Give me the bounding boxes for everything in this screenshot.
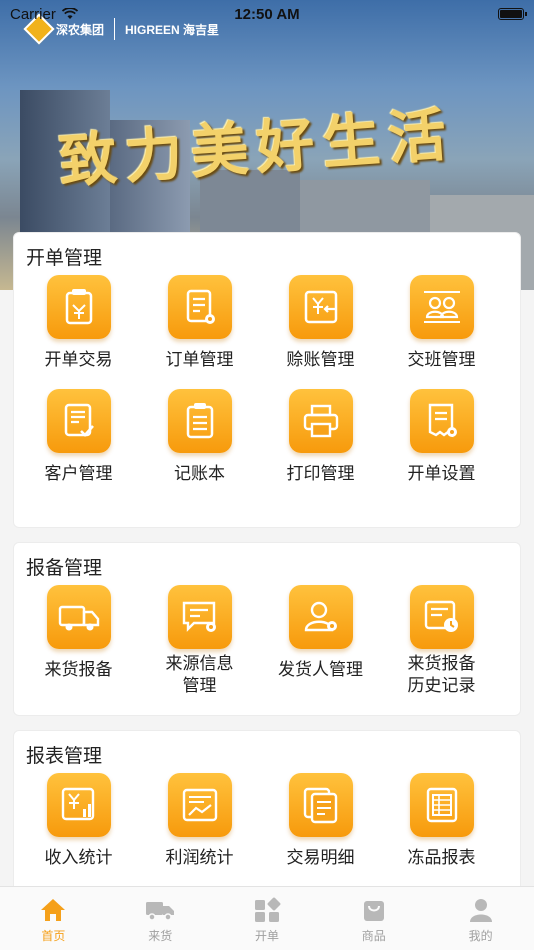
menu-item-order-management[interactable]: 订单管理 xyxy=(139,275,260,371)
menu-item-shift-management[interactable]: 交班管理 xyxy=(381,275,502,371)
menu-item-label: 客户管理 xyxy=(44,464,113,484)
menu-item-label: 来货报备 历史记录 xyxy=(407,654,476,696)
menu-item-label: 赊账管理 xyxy=(286,350,355,370)
menu-item-credit-management[interactable]: 赊账管理 xyxy=(260,275,381,371)
ledger-icon xyxy=(167,389,232,453)
user-icon xyxy=(469,899,492,922)
menu-item-frozen-goods-report[interactable]: 冻品报表 xyxy=(381,773,502,869)
battery-icon xyxy=(498,8,527,20)
customer-check-icon xyxy=(46,389,111,453)
menu-item-label: 发货人管理 xyxy=(278,660,363,680)
menu-item-consignor-management[interactable]: 发货人管理 xyxy=(260,585,381,697)
tab-profile[interactable]: 我的 xyxy=(427,887,534,950)
profit-chart-icon xyxy=(167,773,232,837)
status-bar: Carrier 12:50 AM xyxy=(0,0,534,28)
tab-products[interactable]: 商品 xyxy=(320,887,427,950)
tab-label: 商品 xyxy=(361,929,386,943)
menu-item-profit-statistics[interactable]: 利润统计 xyxy=(139,773,260,869)
history-clock-icon xyxy=(409,585,474,649)
menu-item-order-transaction[interactable]: 开单交易 xyxy=(18,275,139,371)
consignor-gear-icon xyxy=(288,585,353,649)
tab-label: 来货 xyxy=(148,929,173,943)
menu-item-label: 打印管理 xyxy=(286,464,355,484)
printer-icon xyxy=(288,389,353,453)
bag-icon xyxy=(363,901,384,921)
shift-handover-icon xyxy=(409,275,474,339)
menu-item-label: 利润统计 xyxy=(165,848,234,868)
section-title: 报表管理 xyxy=(26,745,103,767)
menu-item-label: 开单交易 xyxy=(44,350,113,370)
section-title: 开单管理 xyxy=(26,247,103,269)
status-time: 12:50 AM xyxy=(234,5,300,23)
menu-item-filing-history[interactable]: 来货报备 历史记录 xyxy=(381,585,502,697)
menu-item-income-statistics[interactable]: 收入统计 xyxy=(18,773,139,869)
menu-item-label: 交易明细 xyxy=(286,848,355,868)
menu-item-label: 来货报备 xyxy=(44,660,113,680)
carrier-label: Carrier xyxy=(10,5,56,23)
menu-item-customer-management[interactable]: 客户管理 xyxy=(18,389,139,485)
menu-item-label: 订单管理 xyxy=(165,350,234,370)
receipt-settings-icon xyxy=(409,389,474,453)
menu-item-label: 交班管理 xyxy=(407,350,476,370)
menu-item-label: 收入统计 xyxy=(44,848,113,868)
bottom-tab-bar: 首页 来货 开单 商品 我的 xyxy=(0,886,534,950)
section-title: 报备管理 xyxy=(26,557,103,579)
home-icon xyxy=(41,899,66,921)
tab-label: 首页 xyxy=(41,929,66,943)
menu-item-label: 来源信息 管理 xyxy=(165,654,234,696)
truck-icon xyxy=(146,902,175,921)
menu-item-label: 记账本 xyxy=(174,464,225,484)
menu-item-source-info-management[interactable]: 来源信息 管理 xyxy=(139,585,260,697)
truck-icon xyxy=(46,585,111,649)
menu-item-incoming-goods-filing[interactable]: 来货报备 xyxy=(18,585,139,697)
tab-label: 我的 xyxy=(468,929,493,943)
battery-level xyxy=(500,10,522,18)
tab-incoming[interactable]: 来货 xyxy=(107,887,214,950)
tab-home[interactable]: 首页 xyxy=(0,887,107,950)
menu-item-label: 冻品报表 xyxy=(407,848,476,868)
menu-item-print-management[interactable]: 打印管理 xyxy=(260,389,381,485)
source-info-gear-icon xyxy=(167,585,232,649)
app-root: 深农集团 HIGREEN 海吉星 致力美好生活 Carrier 12:50 AM… xyxy=(0,0,534,950)
menu-item-label: 开单设置 xyxy=(407,464,476,484)
receipt-yen-icon xyxy=(46,275,111,339)
wifi-icon xyxy=(61,8,78,19)
credit-yen-arrow-icon xyxy=(288,275,353,339)
tab-create-order[interactable]: 开单 xyxy=(214,887,321,950)
menu-item-transaction-details[interactable]: 交易明细 xyxy=(260,773,381,869)
income-chart-icon xyxy=(46,773,111,837)
carrier-group: Carrier xyxy=(10,6,78,23)
menu-item-order-settings[interactable]: 开单设置 xyxy=(381,389,502,485)
section-report-management: 报表管理 收入统计 利润统计 交易明细 冻品报表 xyxy=(13,730,521,900)
order-list-gear-icon xyxy=(167,275,232,339)
tab-label: 开单 xyxy=(254,929,279,943)
grid-icon xyxy=(254,897,281,922)
section-report-filing: 报备管理 来货报备 来源信息 管理 发货人管理 来货报备 历史记录 xyxy=(13,542,521,716)
menu-item-ledger[interactable]: 记账本 xyxy=(139,389,260,485)
frozen-report-icon xyxy=(409,773,474,837)
transaction-detail-icon xyxy=(288,773,353,837)
section-order-management: 开单管理 开单交易 订单管理 赊账管理 交班管理 客户管理 记账本 打印管理 开… xyxy=(13,232,521,528)
